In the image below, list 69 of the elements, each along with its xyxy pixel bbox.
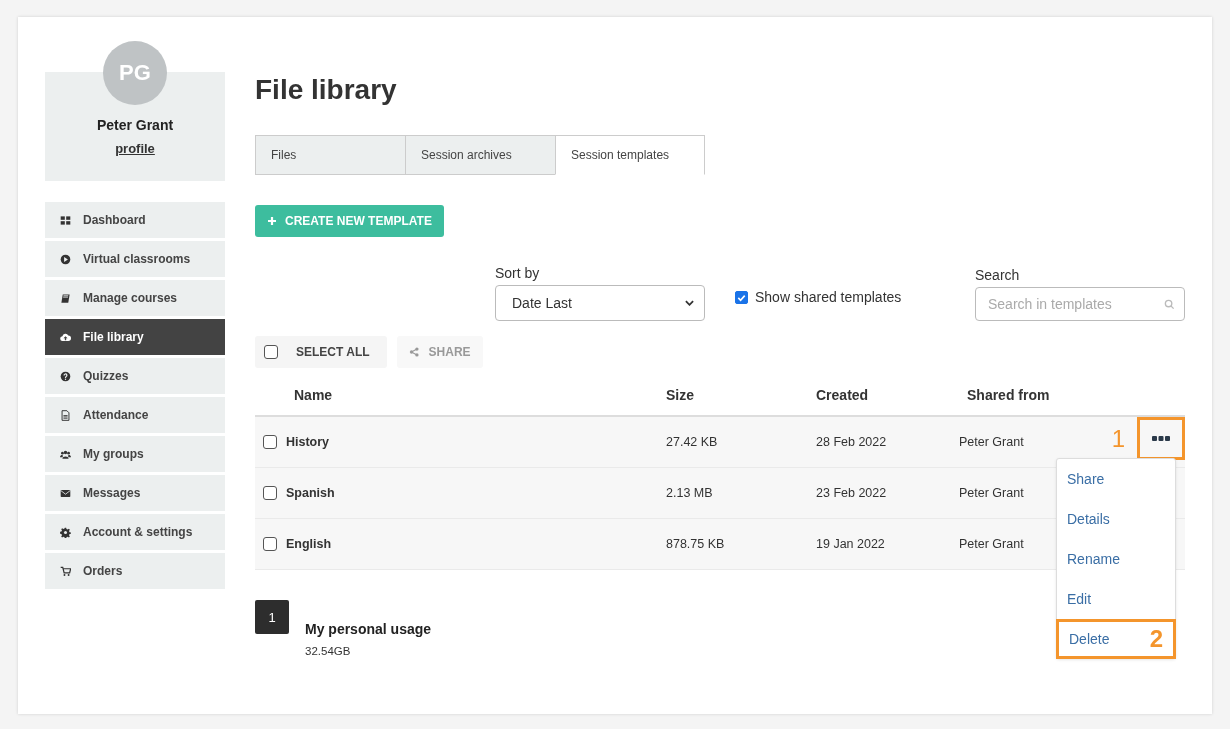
file-name: English — [286, 537, 332, 551]
menu-item[interactable]: Rename — [1057, 539, 1175, 579]
more-icon — [1151, 435, 1171, 442]
table-cell-text: 27.42 KB — [666, 435, 719, 449]
column-header: Name — [293, 387, 334, 403]
column-header: Size — [666, 387, 695, 403]
row-checkbox[interactable] — [263, 486, 277, 500]
profile-link[interactable]: profile — [115, 141, 155, 156]
more-options-button[interactable] — [1137, 417, 1185, 460]
menu-item[interactable]: Share — [1057, 459, 1175, 499]
checkbox[interactable] — [735, 290, 748, 304]
sidebar-item[interactable]: File library — [45, 319, 225, 355]
table-cell-text: Peter Grant — [959, 537, 1025, 551]
select-all-button[interactable]: SELECT ALL — [255, 336, 387, 368]
cart-icon — [60, 565, 71, 577]
page-title: File library — [255, 76, 398, 104]
document-icon — [60, 409, 71, 421]
share-icon — [408, 347, 419, 357]
page-button[interactable]: 1 — [255, 600, 289, 634]
book-icon — [60, 292, 71, 304]
sidebar-item[interactable]: Virtual classrooms — [45, 241, 225, 277]
callout-number: 2 — [1149, 627, 1163, 651]
user-name: Peter Grant — [96, 117, 174, 133]
row-checkbox[interactable] — [263, 537, 277, 551]
usage-amount: 32.54GB — [305, 645, 352, 657]
file-name: Spanish — [286, 486, 335, 500]
column-header: Created — [816, 387, 870, 403]
question-icon — [60, 370, 71, 382]
settings-icon — [60, 526, 71, 538]
tab[interactable]: Session archives — [405, 135, 555, 175]
table-cell-text: Peter Grant — [959, 435, 1025, 449]
column-header: Shared from — [966, 387, 1051, 403]
sidebar-item[interactable]: Dashboard — [45, 202, 225, 238]
table-cell-text: 23 Feb 2022 — [816, 486, 888, 500]
usage-title: My personal usage — [305, 621, 432, 637]
menu-item[interactable]: Details — [1057, 499, 1175, 539]
chevron-down-icon — [685, 300, 694, 306]
sidebar-item[interactable]: Attendance — [45, 397, 225, 433]
table-cell-text: 19 Jan 2022 — [816, 537, 886, 551]
plus-icon — [267, 216, 277, 226]
callout-number: 1 — [1111, 426, 1125, 451]
cloud-upload-icon — [60, 331, 71, 343]
envelope-icon — [60, 487, 71, 499]
grid-icon — [60, 214, 71, 226]
users-icon — [60, 448, 71, 460]
avatar: PG — [103, 41, 167, 105]
sidebar-item[interactable]: Account & settings — [45, 514, 225, 550]
sidebar-item[interactable]: My groups — [45, 436, 225, 472]
play-icon — [60, 253, 71, 265]
checkbox-label: Show shared templates — [755, 289, 902, 305]
search-field[interactable]: Search in templates — [975, 287, 1185, 321]
row-checkbox[interactable] — [263, 435, 277, 449]
sort-dropdown[interactable]: Date Last — [495, 285, 705, 321]
tab[interactable]: Session templates — [555, 135, 705, 175]
tab[interactable]: Files — [255, 135, 405, 175]
table-cell-text: 2.13 MB — [666, 486, 714, 500]
sidebar-item[interactable]: Messages — [45, 475, 225, 511]
menu-item[interactable]: Edit — [1057, 579, 1175, 619]
sidebar-item[interactable]: Manage courses — [45, 280, 225, 316]
search-icon — [1164, 299, 1175, 310]
menu-item[interactable]: Delete 2 — [1056, 619, 1176, 659]
table-cell-text: 28 Feb 2022 — [816, 435, 888, 449]
sidebar-item[interactable]: Orders — [45, 553, 225, 589]
table-cell-text: 878.75 KB — [666, 537, 726, 551]
search-label: Search — [975, 267, 1021, 283]
file-name: History — [286, 435, 330, 449]
sidebar-item[interactable]: Quizzes — [45, 358, 225, 394]
sort-label: Sort by — [495, 265, 541, 281]
table-cell-text: Peter Grant — [959, 486, 1025, 500]
